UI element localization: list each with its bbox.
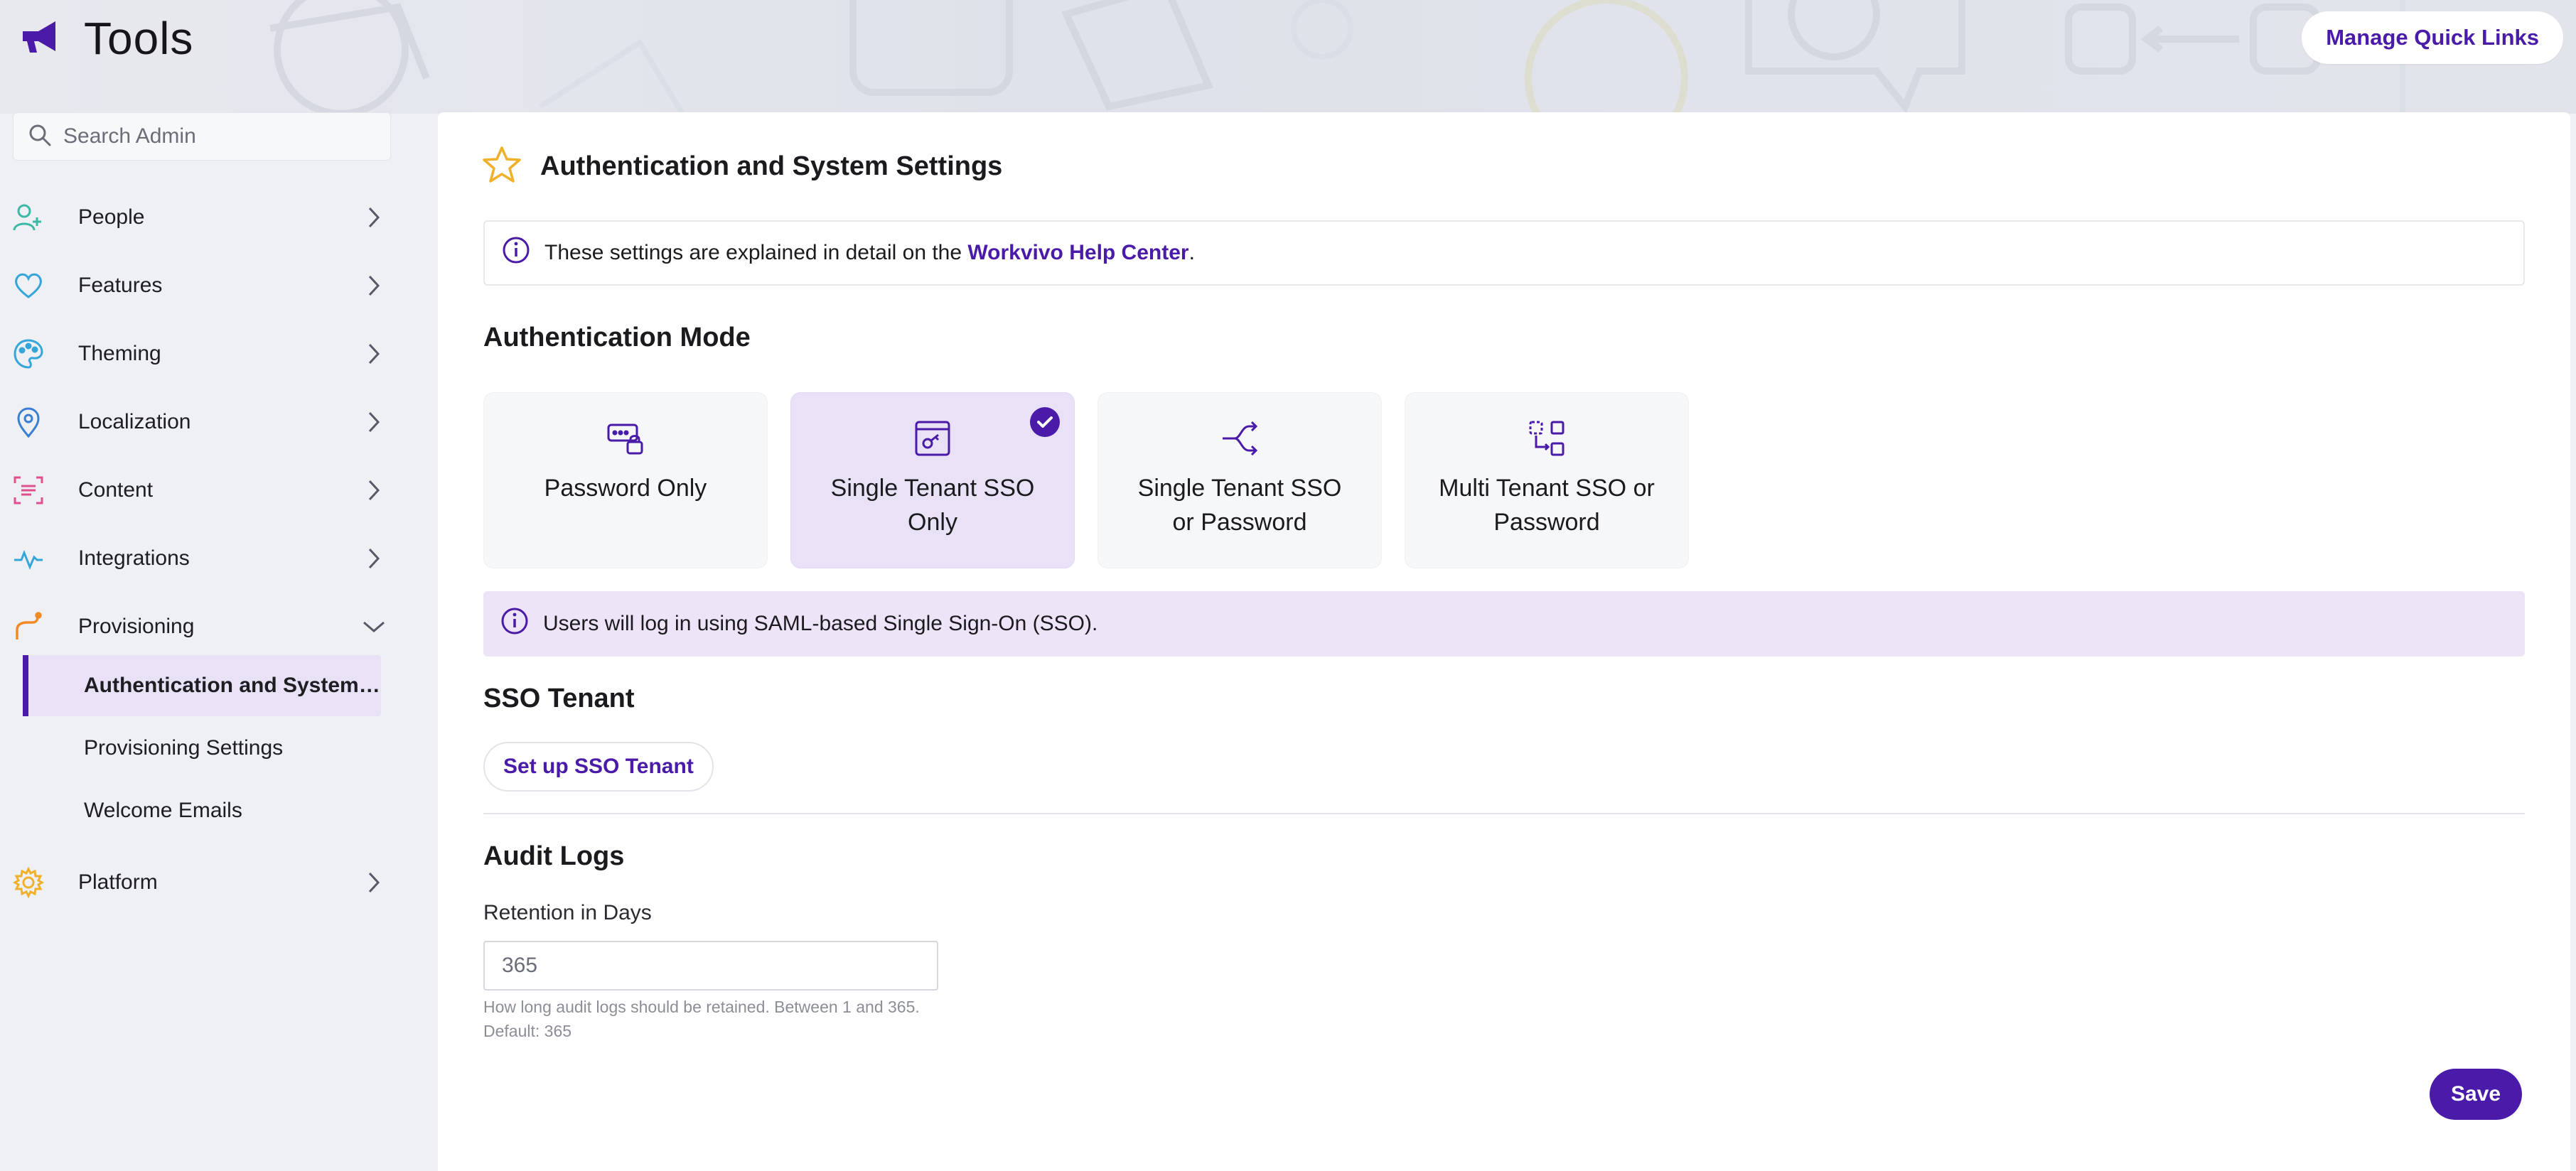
activity-icon bbox=[13, 543, 44, 574]
mode-label-line2: Password bbox=[1493, 509, 1600, 536]
mode-label-line2: or Password bbox=[1172, 509, 1307, 536]
mode-label-line1: Multi Tenant SSO or bbox=[1439, 475, 1655, 502]
heart-icon bbox=[13, 270, 44, 301]
chevron-right-icon bbox=[361, 205, 387, 230]
retention-default-text: Default: 365 bbox=[483, 1022, 572, 1040]
notice-text: Users will log in using SAML-based Singl… bbox=[543, 612, 1098, 635]
audit-logs-heading: Audit Logs bbox=[483, 841, 625, 871]
sidebar-subitem-welcome-emails[interactable]: Welcome Emails bbox=[23, 780, 381, 841]
multi-tenant-icon bbox=[1527, 419, 1567, 458]
search-input[interactable] bbox=[63, 124, 376, 149]
sidebar-item-content[interactable]: Content bbox=[0, 462, 398, 519]
chevron-right-icon bbox=[361, 341, 387, 367]
mode-card-password-only[interactable]: Password Only bbox=[483, 392, 768, 568]
sidebar-item-platform[interactable]: Platform bbox=[0, 854, 398, 911]
add-person-icon bbox=[13, 202, 44, 233]
sidebar-item-label: Localization bbox=[78, 410, 191, 433]
sidebar-item-integrations[interactable]: Integrations bbox=[0, 530, 398, 587]
sso-tenant-heading: SSO Tenant bbox=[483, 684, 635, 713]
sidebar-subitem-authentication[interactable]: Authentication and System… bbox=[23, 655, 381, 716]
mode-label: Single Tenant SSO Only bbox=[812, 471, 1053, 539]
route-icon bbox=[13, 611, 44, 642]
search-box[interactable] bbox=[13, 112, 391, 161]
help-info-box: These settings are explained in detail o… bbox=[483, 220, 2525, 286]
sidebar-item-provisioning[interactable]: Provisioning bbox=[0, 598, 398, 655]
sidebar-item-people[interactable]: People bbox=[0, 189, 398, 246]
split-arrows-icon bbox=[1220, 419, 1260, 458]
gear-icon bbox=[13, 867, 44, 898]
setup-sso-tenant-button[interactable]: Set up SSO Tenant bbox=[483, 742, 714, 792]
search-icon bbox=[28, 123, 52, 151]
manage-quick-links-button[interactable]: Manage Quick Links bbox=[2302, 11, 2563, 64]
scan-content-icon bbox=[13, 475, 44, 506]
help-text: These settings are explained in detail o… bbox=[544, 241, 1195, 265]
sidebar-item-label: Provisioning bbox=[78, 615, 195, 638]
check-icon bbox=[1030, 407, 1060, 437]
sidebar-item-features[interactable]: Features bbox=[0, 257, 398, 314]
chevron-down-icon bbox=[361, 614, 387, 640]
mode-label: Single Tenant SSO or Password bbox=[1119, 471, 1361, 539]
sidebar-item-theming[interactable]: Theming bbox=[0, 325, 398, 382]
auth-mode-notice: Users will log in using SAML-based Singl… bbox=[483, 591, 2525, 657]
password-lock-icon bbox=[606, 419, 645, 458]
star-icon[interactable] bbox=[482, 146, 522, 188]
mode-card-multi-tenant-sso-or-password[interactable]: Multi Tenant SSO or Password bbox=[1405, 392, 1689, 568]
auth-mode-heading: Authentication Mode bbox=[483, 323, 751, 352]
sidebar-item-label: Integrations bbox=[78, 546, 190, 570]
sidebar-item-label: Theming bbox=[78, 342, 161, 365]
sidebar-item-label: People bbox=[78, 205, 145, 229]
mode-label: Multi Tenant SSO or Password bbox=[1426, 471, 1668, 539]
mode-label-line1: Single Tenant SSO bbox=[1137, 475, 1342, 502]
page-title: Tools bbox=[84, 13, 194, 64]
sidebar-item-label: Content bbox=[78, 478, 154, 502]
mode-card-single-tenant-sso-or-password[interactable]: Single Tenant SSO or Password bbox=[1098, 392, 1382, 568]
settings-title: Authentication and System Settings bbox=[540, 151, 1003, 181]
brand: Tools bbox=[20, 10, 193, 67]
palette-icon bbox=[13, 338, 44, 369]
megaphone-icon bbox=[20, 18, 60, 59]
mode-card-single-tenant-sso-only[interactable]: Single Tenant SSO Only bbox=[790, 392, 1075, 568]
info-icon bbox=[502, 236, 530, 270]
retention-help-text: How long audit logs should be retained. … bbox=[483, 998, 920, 1016]
retention-label: Retention in Days bbox=[483, 901, 652, 924]
sidebar-item-label: Features bbox=[78, 274, 163, 297]
admin-tools-app: Tools Manage Quick Links People Features… bbox=[0, 0, 2576, 1171]
chevron-right-icon bbox=[361, 546, 387, 571]
sidebar-subitem-provisioning-settings[interactable]: Provisioning Settings bbox=[23, 718, 381, 779]
sidebar-item-localization[interactable]: Localization bbox=[0, 394, 398, 450]
section-divider bbox=[483, 813, 2525, 814]
page-header: Authentication and System Settings bbox=[482, 145, 1002, 188]
chevron-right-icon bbox=[361, 409, 387, 435]
info-icon bbox=[500, 607, 529, 641]
top-bar: Tools Manage Quick Links bbox=[0, 0, 2576, 78]
mode-label-line1: Password Only bbox=[544, 475, 707, 502]
sidebar-item-label: Platform bbox=[78, 870, 158, 894]
mode-label-line1: Single Tenant SSO bbox=[830, 475, 1035, 502]
chevron-right-icon bbox=[361, 870, 387, 895]
help-text-prefix: These settings are explained in detail o… bbox=[544, 241, 968, 264]
retention-days-input[interactable] bbox=[483, 941, 938, 991]
browser-key-icon bbox=[913, 419, 952, 458]
save-button[interactable]: Save bbox=[2430, 1069, 2522, 1120]
mode-label-line2: Only bbox=[908, 509, 957, 536]
chevron-right-icon bbox=[361, 477, 387, 503]
chevron-right-icon bbox=[361, 273, 387, 298]
mode-label: Password Only bbox=[505, 471, 746, 505]
help-center-link[interactable]: Workvivo Help Center bbox=[967, 241, 1188, 264]
main-panel: Authentication and System Settings These… bbox=[438, 112, 2570, 1171]
help-text-suffix: . bbox=[1188, 241, 1195, 264]
location-pin-icon bbox=[13, 406, 44, 438]
